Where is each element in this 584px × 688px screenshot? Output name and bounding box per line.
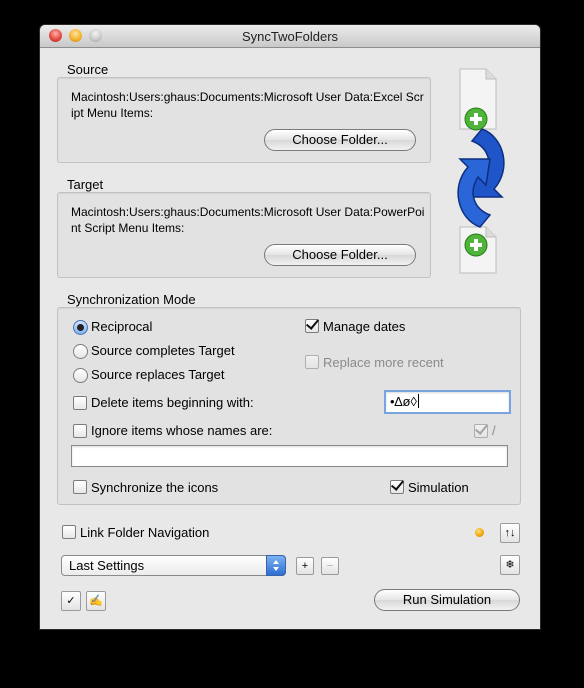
source-choose-folder-button[interactable]: Choose Folder... bbox=[264, 129, 416, 151]
mode-source-completes-radio[interactable] bbox=[73, 344, 88, 359]
mode-source-replaces-label: Source replaces Target bbox=[91, 367, 225, 382]
gear-icon: ❄ bbox=[505, 559, 515, 571]
status-indicator-icon bbox=[475, 528, 484, 537]
delete-prefix-input[interactable]: •∆ø◊ bbox=[384, 390, 511, 414]
target-path: Macintosh:Users:ghaus:Documents:Microsof… bbox=[71, 205, 425, 235]
remove-settings-button[interactable]: − bbox=[321, 557, 339, 575]
replace-more-recent-label: Replace more recent bbox=[323, 355, 444, 370]
add-settings-button[interactable]: + bbox=[296, 557, 314, 575]
settings-popup-value: Last Settings bbox=[69, 558, 145, 573]
sync-icons-checkbox[interactable] bbox=[73, 480, 87, 494]
ignore-items-checkbox[interactable] bbox=[73, 424, 87, 438]
source-path: Macintosh:Users:ghaus:Documents:Microsof… bbox=[71, 90, 424, 120]
plus-icon-bottom bbox=[464, 233, 488, 257]
delete-items-label: Delete items beginning with: bbox=[91, 395, 254, 410]
replace-more-recent-checkbox[interactable] bbox=[305, 355, 319, 369]
settings-popup[interactable]: Last Settings bbox=[61, 555, 286, 576]
sync-icons-label: Synchronize the icons bbox=[91, 480, 219, 495]
sync-two-folders-window: SyncTwoFolders Source Macintosh:Users:gh… bbox=[40, 25, 540, 629]
title-bar[interactable]: SyncTwoFolders bbox=[40, 25, 540, 48]
link-folder-navigation-checkbox[interactable] bbox=[62, 525, 76, 539]
target-label: Target bbox=[67, 177, 104, 192]
separator-checkbox[interactable] bbox=[474, 424, 488, 438]
plus-icon-top bbox=[464, 107, 488, 131]
source-box: Macintosh:Users:ghaus:Documents:Microsof… bbox=[57, 77, 431, 163]
settings-gear-button[interactable]: ❄ bbox=[500, 555, 520, 575]
separator-label: / bbox=[492, 423, 496, 438]
run-simulation-button[interactable]: Run Simulation bbox=[374, 589, 520, 611]
delete-items-checkbox[interactable] bbox=[73, 396, 87, 410]
mode-reciprocal-label: Reciprocal bbox=[91, 319, 153, 334]
link-folder-navigation-label: Link Folder Navigation bbox=[80, 525, 210, 540]
target-box: Macintosh:Users:ghaus:Documents:Microsof… bbox=[57, 192, 431, 278]
simulation-label: Simulation bbox=[408, 480, 469, 495]
target-choose-folder-button[interactable]: Choose Folder... bbox=[264, 244, 416, 266]
ignore-items-label: Ignore items whose names are: bbox=[91, 423, 273, 438]
source-label: Source bbox=[67, 62, 109, 77]
mode-reciprocal-radio[interactable] bbox=[73, 320, 88, 335]
manage-dates-checkbox[interactable] bbox=[305, 319, 319, 333]
sync-direction-icon[interactable] bbox=[446, 67, 526, 275]
edit-button[interactable]: ✍ bbox=[86, 591, 106, 611]
popup-arrows-icon bbox=[266, 555, 286, 576]
swap-folders-button[interactable]: ↑↓ bbox=[500, 523, 520, 543]
ignore-names-input[interactable] bbox=[71, 445, 508, 467]
manage-dates-label: Manage dates bbox=[323, 319, 406, 334]
window-title: SyncTwoFolders bbox=[241, 29, 339, 44]
check-button[interactable]: ✓ bbox=[61, 591, 81, 611]
mode-source-replaces-radio[interactable] bbox=[73, 368, 88, 383]
mode-source-completes-label: Source completes Target bbox=[91, 343, 235, 358]
simulation-checkbox[interactable] bbox=[390, 480, 404, 494]
delete-prefix-value: •∆ø◊ bbox=[390, 394, 417, 409]
text-caret bbox=[417, 394, 419, 408]
sync-mode-label: Synchronization Mode bbox=[67, 292, 196, 307]
